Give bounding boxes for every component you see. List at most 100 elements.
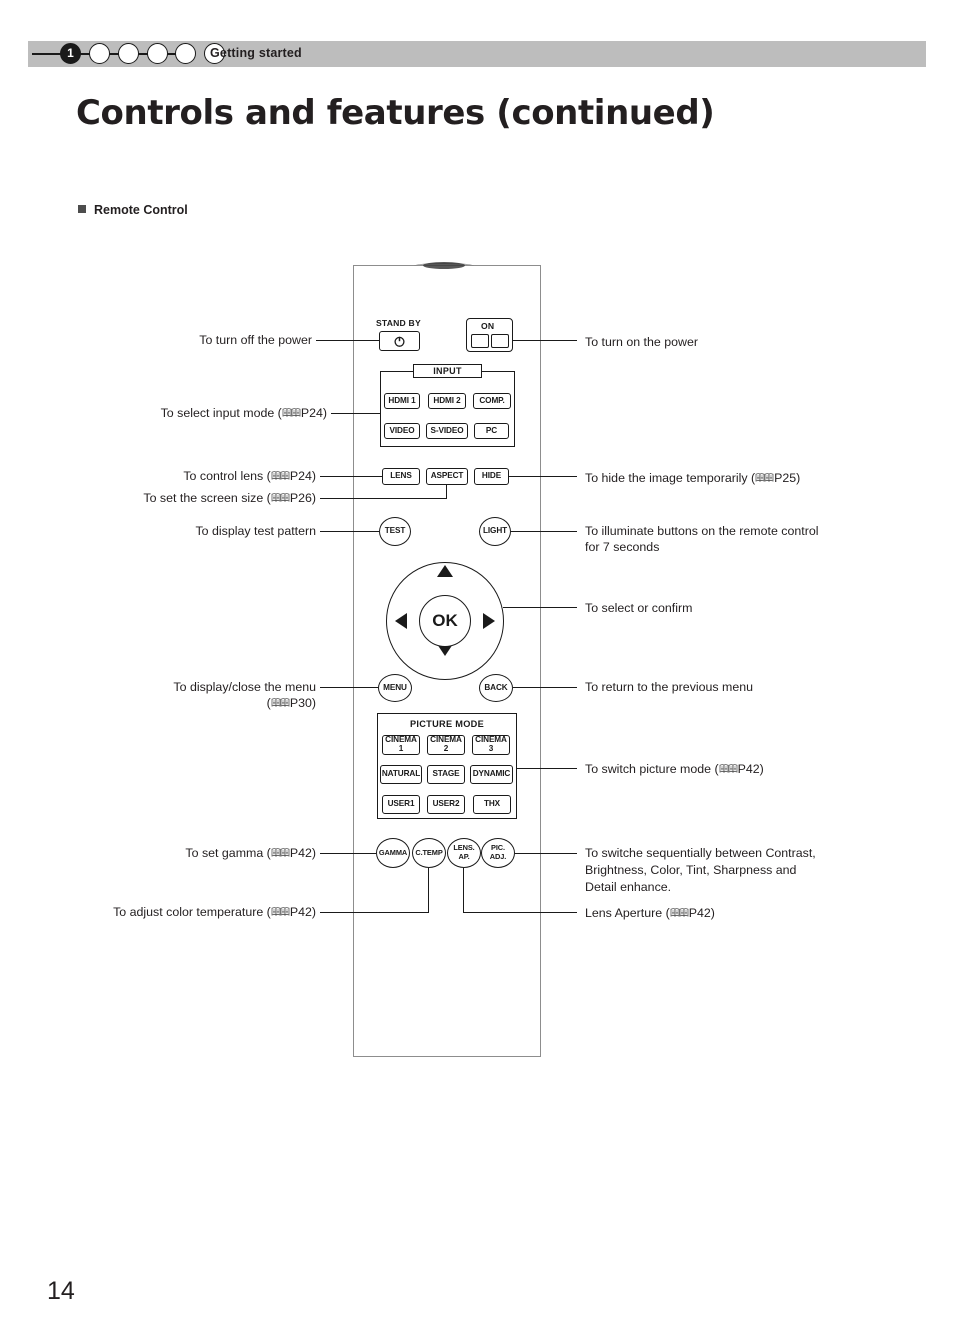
- ok-button[interactable]: OK: [419, 595, 471, 647]
- picture-mode-button-cinema1[interactable]: CINEMA 1: [382, 735, 420, 755]
- callout-illuminate-line2: for 7 seconds: [585, 540, 660, 554]
- chapter-step-1-label: 1: [67, 46, 74, 60]
- gamma-button[interactable]: GAMMA: [376, 838, 410, 868]
- button-label-line2: 2: [443, 744, 449, 753]
- picture-mode-button-user2[interactable]: USER2: [427, 795, 465, 814]
- on-label: ON: [481, 321, 495, 331]
- leader-line-picture-mode: [517, 768, 577, 770]
- leader-line-back: [513, 687, 577, 689]
- book-reference-icon: [271, 847, 290, 858]
- button-label-line2: AP.: [458, 852, 470, 861]
- leader-line-color-temp-v: [428, 868, 430, 913]
- callout-menu-line1: To display/close the menu: [173, 680, 316, 694]
- leader-line-test-pattern: [320, 531, 379, 533]
- chapter-step-3: [118, 43, 139, 64]
- light-button[interactable]: LIGHT: [479, 517, 511, 546]
- callout-page-ref: P42): [688, 906, 715, 920]
- leader-line-input-mode: [331, 413, 380, 415]
- triangle-right-icon[interactable]: [483, 613, 495, 629]
- leader-line-power-off: [316, 340, 379, 342]
- lens-aperture-button[interactable]: LENS. AP.: [447, 838, 481, 868]
- leader-line-control-lens: [320, 476, 382, 478]
- standby-button[interactable]: [379, 331, 420, 351]
- leader-line-lens-aperture-v: [463, 868, 465, 913]
- callout-power-on: To turn on the power: [585, 335, 698, 349]
- back-button[interactable]: BACK: [479, 674, 513, 702]
- picture-mode-button-cinema2[interactable]: CINEMA 2: [427, 735, 465, 755]
- book-reference-icon: [271, 470, 290, 481]
- aspect-button[interactable]: ASPECT: [426, 468, 468, 485]
- callout-previous-menu: To return to the previous menu: [585, 680, 754, 694]
- callout-illuminate-line1: To illuminate buttons on the remote cont…: [585, 524, 819, 538]
- ctemp-button[interactable]: C.TEMP: [412, 838, 446, 868]
- picture-adjust-button[interactable]: PIC. ADJ.: [481, 838, 515, 868]
- button-label-line2: ADJ.: [489, 852, 507, 861]
- leader-line-screen-size-h: [320, 498, 447, 500]
- callout-picture-mode: To switch picture mode ( P42): [585, 761, 764, 777]
- hide-button[interactable]: HIDE: [474, 468, 509, 485]
- callout-page-ref: P42): [289, 905, 316, 919]
- chapter-bar: 1 Getting started: [28, 41, 926, 67]
- picture-mode-button-dynamic[interactable]: DYNAMIC: [470, 765, 513, 784]
- picture-mode-button-user1[interactable]: USER1: [382, 795, 420, 814]
- callout-page-ref: P24): [289, 469, 316, 483]
- input-group-label: INPUT: [413, 364, 482, 378]
- manual-page: 1 Getting started Controls and features …: [0, 0, 954, 1339]
- picture-mode-button-thx[interactable]: THX: [473, 795, 511, 814]
- callout-switch-sequentially-line1: To switche sequentially between Contrast…: [585, 846, 816, 860]
- callout-page-ref: P42): [737, 762, 764, 776]
- leader-line-lens-aperture-h: [463, 912, 577, 914]
- picture-mode-button-stage[interactable]: STAGE: [427, 765, 465, 784]
- callout-text: To adjust color temperature (: [113, 905, 271, 919]
- section-heading: Remote Control: [78, 203, 188, 217]
- book-reference-icon: [271, 492, 290, 503]
- callout-text: To switch picture mode (: [585, 762, 719, 776]
- button-label-line2: 3: [488, 744, 494, 753]
- callout-select-confirm: To select or confirm: [585, 601, 693, 615]
- input-button-pc[interactable]: PC: [474, 423, 509, 439]
- book-reference-icon: [271, 697, 290, 708]
- picture-mode-label: PICTURE MODE: [404, 718, 490, 729]
- callout-menu-line2: (P30): [60, 695, 316, 711]
- picture-mode-button-natural[interactable]: NATURAL: [380, 765, 422, 784]
- callout-text: To hide the image temporarily (: [585, 471, 756, 485]
- callout-page-ref: P42): [289, 846, 316, 860]
- leader-line-menu: [320, 687, 378, 689]
- callout-lens-aperture: Lens Aperture (P42): [585, 905, 715, 921]
- input-button-comp[interactable]: COMP.: [473, 393, 511, 409]
- book-reference-icon: [271, 906, 290, 917]
- picture-mode-button-cinema3[interactable]: CINEMA 3: [472, 735, 510, 755]
- leader-line-gamma: [320, 853, 376, 855]
- input-button-video[interactable]: VIDEO: [384, 423, 420, 439]
- ir-emitter-dot-icon: [423, 262, 465, 269]
- leader-line-screen-size-v: [446, 485, 448, 499]
- input-button-svideo[interactable]: S-VIDEO: [426, 423, 468, 439]
- callout-page-ref: P26): [289, 491, 316, 505]
- on-button-right-half: [491, 334, 509, 348]
- book-reference-icon: [719, 763, 738, 774]
- callout-text: To control lens (: [183, 469, 271, 483]
- callout-text: To select input mode (: [160, 406, 282, 420]
- leader-line-picture-adjust: [515, 853, 577, 855]
- lens-button[interactable]: LENS: [382, 468, 420, 485]
- callout-gamma: To set gamma (P42): [60, 845, 316, 861]
- callout-test-pattern: To display test pattern: [195, 524, 316, 538]
- triangle-up-icon[interactable]: [437, 565, 453, 577]
- callout-hide-image: To hide the image temporarily ( P25): [585, 470, 800, 486]
- callout-control-lens: To control lens ( P24): [60, 468, 316, 484]
- menu-button[interactable]: MENU: [378, 674, 412, 702]
- callout-page-ref: P25): [774, 471, 801, 485]
- test-button[interactable]: TEST: [379, 517, 411, 546]
- callout-page-ref: P24): [300, 406, 327, 420]
- page-title: Controls and features (continued): [76, 93, 715, 133]
- input-button-hdmi1[interactable]: HDMI 1: [384, 393, 420, 409]
- button-label-line2: 1: [398, 744, 404, 753]
- chapter-title: Getting started: [210, 46, 302, 60]
- input-button-hdmi2[interactable]: HDMI 2: [428, 393, 466, 409]
- triangle-left-icon[interactable]: [395, 613, 407, 629]
- section-heading-label: Remote Control: [94, 203, 188, 217]
- chapter-step-2: [89, 43, 110, 64]
- callout-switch-sequentially-line2: Brightness, Color, Tint, Sharpness and: [585, 863, 797, 877]
- book-reference-icon: [755, 472, 774, 483]
- book-reference-icon: [670, 907, 689, 918]
